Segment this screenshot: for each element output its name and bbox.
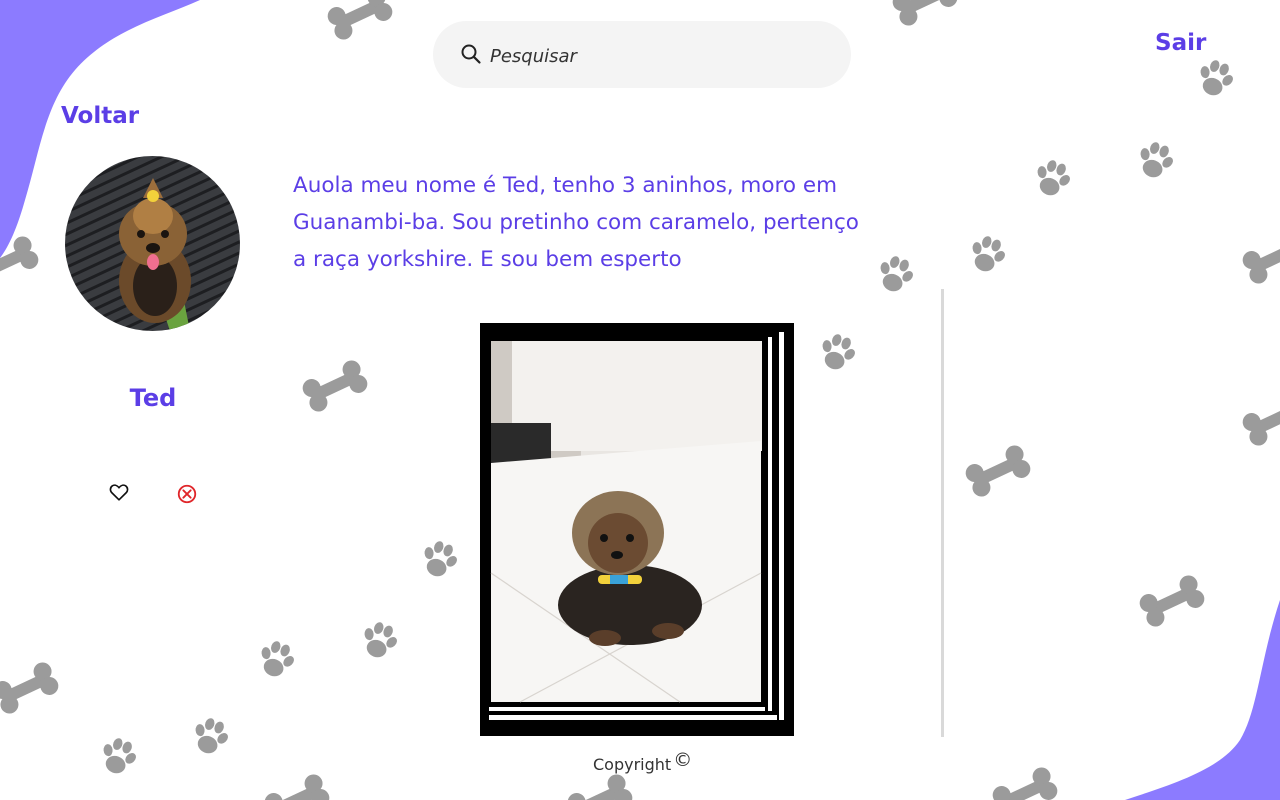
copyright-label: Copyright (593, 755, 672, 774)
bone-icon (1239, 229, 1280, 287)
copyright-symbol: © (673, 749, 693, 771)
logout-link[interactable]: Sair (1155, 30, 1206, 56)
vertical-divider (941, 289, 944, 737)
pet-avatar (65, 156, 240, 331)
search-input[interactable] (488, 39, 822, 73)
paw-icon (253, 636, 300, 682)
pet-photo (480, 323, 794, 736)
paw-icon (95, 733, 142, 779)
close-circle-icon[interactable] (176, 483, 198, 505)
paw-icon (964, 231, 1011, 277)
paw-icon (356, 617, 403, 663)
paw-icon (814, 329, 861, 375)
paw-icon (872, 251, 919, 297)
paw-icon (1029, 155, 1076, 201)
pet-bio: Auola meu nome é Ted, tenho 3 aninhos, m… (293, 173, 859, 272)
pet-name: Ted (129, 384, 177, 412)
bone-icon (0, 659, 62, 717)
bone-icon (962, 442, 1034, 500)
bone-icon (261, 771, 333, 800)
search-bar[interactable] (433, 21, 851, 88)
heart-icon[interactable] (108, 481, 130, 503)
bone-icon (989, 764, 1061, 800)
bone-icon (324, 0, 396, 43)
bone-icon (299, 357, 371, 415)
bone-icon (564, 771, 636, 800)
search-icon[interactable] (460, 43, 482, 65)
copyright-text: Copyright © (593, 749, 692, 774)
bone-icon (1136, 572, 1208, 630)
bone-icon (0, 233, 42, 291)
paw-icon (187, 713, 234, 759)
back-link[interactable]: Voltar (61, 103, 139, 129)
bone-icon (889, 0, 961, 29)
paw-icon (416, 536, 463, 582)
paw-icon (1132, 137, 1179, 183)
bone-icon (1239, 391, 1280, 449)
paw-icon (1192, 55, 1239, 101)
